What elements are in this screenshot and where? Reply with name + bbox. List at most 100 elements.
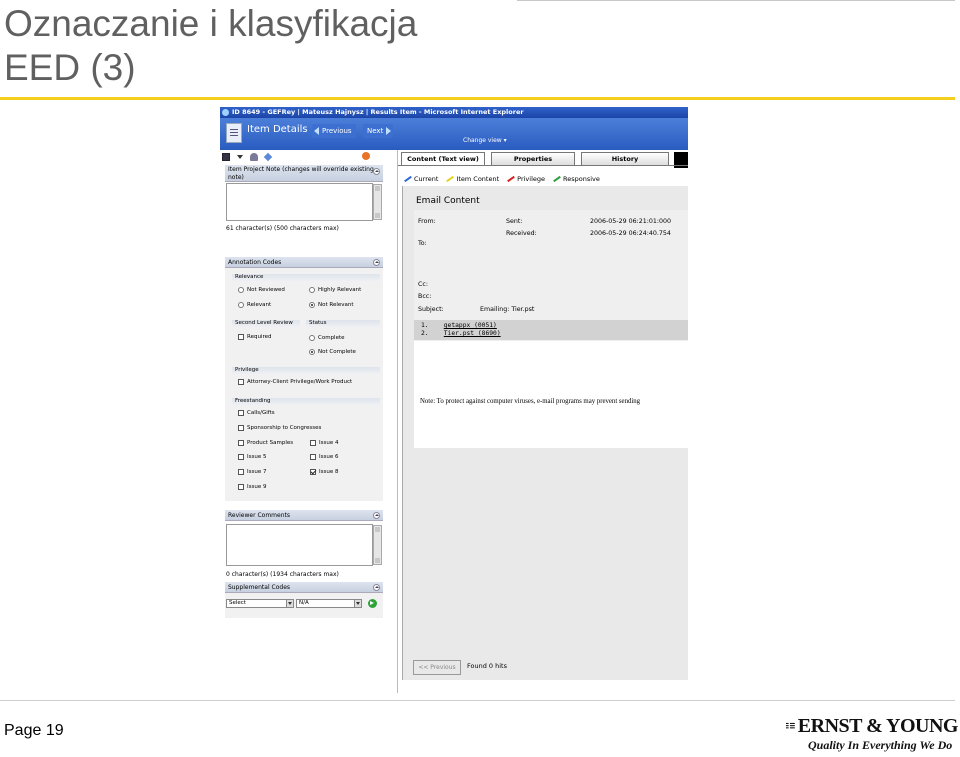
freestanding-item[interactable]: Issue 6 bbox=[310, 454, 338, 460]
legend-responsive[interactable]: Responsive bbox=[553, 174, 600, 184]
radio-button[interactable] bbox=[238, 302, 244, 308]
radio-button[interactable] bbox=[238, 287, 244, 293]
freestanding-item-label: Issue 7 bbox=[247, 469, 267, 475]
status-option-not-complete[interactable]: Not Complete bbox=[309, 349, 356, 355]
dropdown-icon[interactable] bbox=[237, 154, 243, 159]
chevron-down-icon bbox=[354, 600, 361, 607]
attachment-number: 1. bbox=[421, 322, 429, 329]
freestanding-item[interactable]: Issue 7 bbox=[238, 469, 266, 475]
tag-icon[interactable] bbox=[263, 152, 273, 161]
reviewer-comments-header: Reviewer Comments bbox=[225, 510, 383, 521]
freestanding-item[interactable]: Product Samples bbox=[238, 440, 293, 446]
change-view-menu[interactable]: Change view ▾ bbox=[463, 137, 507, 144]
top-hairline bbox=[517, 0, 955, 1]
collapse-icon[interactable] bbox=[373, 584, 380, 591]
radio-button[interactable] bbox=[309, 335, 315, 341]
checkbox[interactable] bbox=[238, 440, 244, 446]
supplemental-code-select-value: Select bbox=[229, 600, 246, 606]
reviewer-comments-textarea[interactable] bbox=[226, 524, 382, 566]
status-option-complete[interactable]: Complete bbox=[309, 335, 345, 341]
to-label: To: bbox=[418, 240, 427, 247]
tab-properties[interactable]: Properties bbox=[491, 152, 575, 166]
freestanding-item[interactable]: Sponsorship to Congresses bbox=[238, 425, 321, 431]
window-title: ID 8649 - GEFRey | Mateusz Hajnysz | Res… bbox=[232, 108, 524, 116]
highlighter-icon bbox=[446, 176, 454, 182]
subject-value: Emailing: Tier.pst bbox=[480, 306, 535, 313]
freestanding-item-label: Issue 4 bbox=[319, 440, 339, 446]
next-item-button[interactable]: Next bbox=[363, 124, 394, 138]
relevance-option-not-relevant[interactable]: Not Relevant bbox=[309, 302, 354, 308]
previous-item-button[interactable]: Previous bbox=[312, 124, 356, 138]
freestanding-item[interactable]: Issue 5 bbox=[238, 454, 266, 460]
attachment-row[interactable]: 1. getappx (0051) bbox=[421, 322, 497, 329]
slide-title-line-1: Oznaczanie i klasyfikacja bbox=[4, 3, 418, 44]
freestanding-item-label: Issue 8 bbox=[319, 469, 339, 475]
checkbox[interactable] bbox=[238, 425, 244, 431]
radio-button[interactable] bbox=[309, 287, 315, 293]
received-label: Received: bbox=[506, 230, 537, 237]
slide-title-line-2: EED (3) bbox=[4, 47, 136, 88]
supplemental-value-select[interactable]: N/A bbox=[296, 599, 362, 608]
attachment-row[interactable]: 2. Tier.pst (8690) bbox=[421, 330, 501, 337]
highlighter-icon bbox=[507, 176, 515, 182]
found-hits-text: Found 0 hits bbox=[467, 662, 507, 670]
required-checkbox[interactable]: Required bbox=[238, 334, 271, 340]
scrollbar[interactable] bbox=[373, 525, 382, 565]
relevance-option-relevant[interactable]: Relevant bbox=[238, 302, 271, 308]
legend-label: Privilege bbox=[517, 175, 546, 183]
freestanding-item-label: Issue 9 bbox=[247, 484, 267, 490]
checkbox[interactable] bbox=[310, 440, 316, 446]
checkbox[interactable] bbox=[310, 454, 316, 460]
footer-rule bbox=[0, 700, 955, 701]
checkbox[interactable] bbox=[238, 334, 244, 340]
legend-item-content[interactable]: Item Content bbox=[446, 174, 499, 184]
relevance-option-highly-relevant[interactable]: Highly Relevant bbox=[309, 287, 361, 293]
second-level-review-header: Second Level Review bbox=[232, 320, 300, 327]
logo-tagline: Quality In Everything We Do bbox=[808, 738, 953, 752]
relevance-option-not-reviewed[interactable]: Not Reviewed bbox=[238, 287, 285, 293]
attachment-link[interactable]: getappx (0051) bbox=[444, 322, 497, 329]
legend-privilege[interactable]: Privilege bbox=[507, 174, 545, 184]
privilege-header: Privilege bbox=[232, 367, 380, 374]
next-item-label: Next bbox=[367, 127, 384, 135]
user-icon[interactable] bbox=[250, 152, 258, 161]
collapse-icon[interactable] bbox=[373, 512, 380, 519]
project-note-textarea[interactable] bbox=[226, 183, 382, 221]
privilege-checkbox[interactable]: Attorney-Client Privilege/Work Product bbox=[238, 379, 352, 385]
freestanding-item[interactable]: Issue 8 bbox=[310, 469, 338, 475]
window-titlebar: ID 8649 - GEFRey | Mateusz Hajnysz | Res… bbox=[220, 107, 688, 118]
freestanding-item[interactable]: Issue 4 bbox=[310, 440, 338, 446]
stop-icon[interactable] bbox=[362, 152, 370, 160]
collapse-icon[interactable] bbox=[373, 168, 380, 175]
freestanding-item-label: Sponsorship to Congresses bbox=[247, 425, 322, 431]
checkbox[interactable] bbox=[238, 410, 244, 416]
checkbox[interactable] bbox=[238, 454, 244, 460]
save-icon[interactable] bbox=[222, 152, 230, 161]
tab-content-text-view[interactable]: Content (Text view) bbox=[401, 152, 485, 166]
collapse-icon[interactable] bbox=[373, 259, 380, 266]
checkbox[interactable] bbox=[310, 469, 316, 475]
radio-button[interactable] bbox=[309, 302, 315, 308]
add-code-icon[interactable] bbox=[368, 599, 377, 608]
cc-label: Cc: bbox=[418, 281, 428, 288]
supplemental-code-select[interactable]: Select bbox=[226, 599, 294, 608]
checkbox[interactable] bbox=[238, 379, 244, 385]
reviewer-comments-char-count: 0 character(s) (1934 characters max) bbox=[226, 571, 339, 578]
content-pane: Content (Text view) Properties History C… bbox=[398, 150, 688, 693]
freestanding-item[interactable]: Issue 9 bbox=[238, 484, 266, 490]
checkbox[interactable] bbox=[238, 469, 244, 475]
email-body: Note: To protect against computer viruse… bbox=[414, 341, 688, 448]
checkbox[interactable] bbox=[238, 484, 244, 490]
freestanding-item[interactable]: Calls/Gifts bbox=[238, 410, 275, 416]
freestanding-item-label: Calls/Gifts bbox=[247, 410, 275, 416]
attachment-link[interactable]: Tier.pst (8690) bbox=[444, 330, 501, 337]
scrollbar[interactable] bbox=[373, 184, 382, 220]
previous-hit-button[interactable]: << Previous bbox=[413, 660, 461, 675]
from-label: From: bbox=[418, 218, 436, 225]
page-number: Page 19 bbox=[4, 722, 64, 739]
annotation-codes-panel: Annotation Codes Relevance Not Reviewed … bbox=[225, 257, 383, 501]
relevance-option-label: Not Reviewed bbox=[247, 287, 285, 293]
tab-history[interactable]: History bbox=[581, 152, 669, 166]
radio-button[interactable] bbox=[309, 349, 315, 355]
legend-current[interactable]: Current bbox=[404, 174, 438, 184]
